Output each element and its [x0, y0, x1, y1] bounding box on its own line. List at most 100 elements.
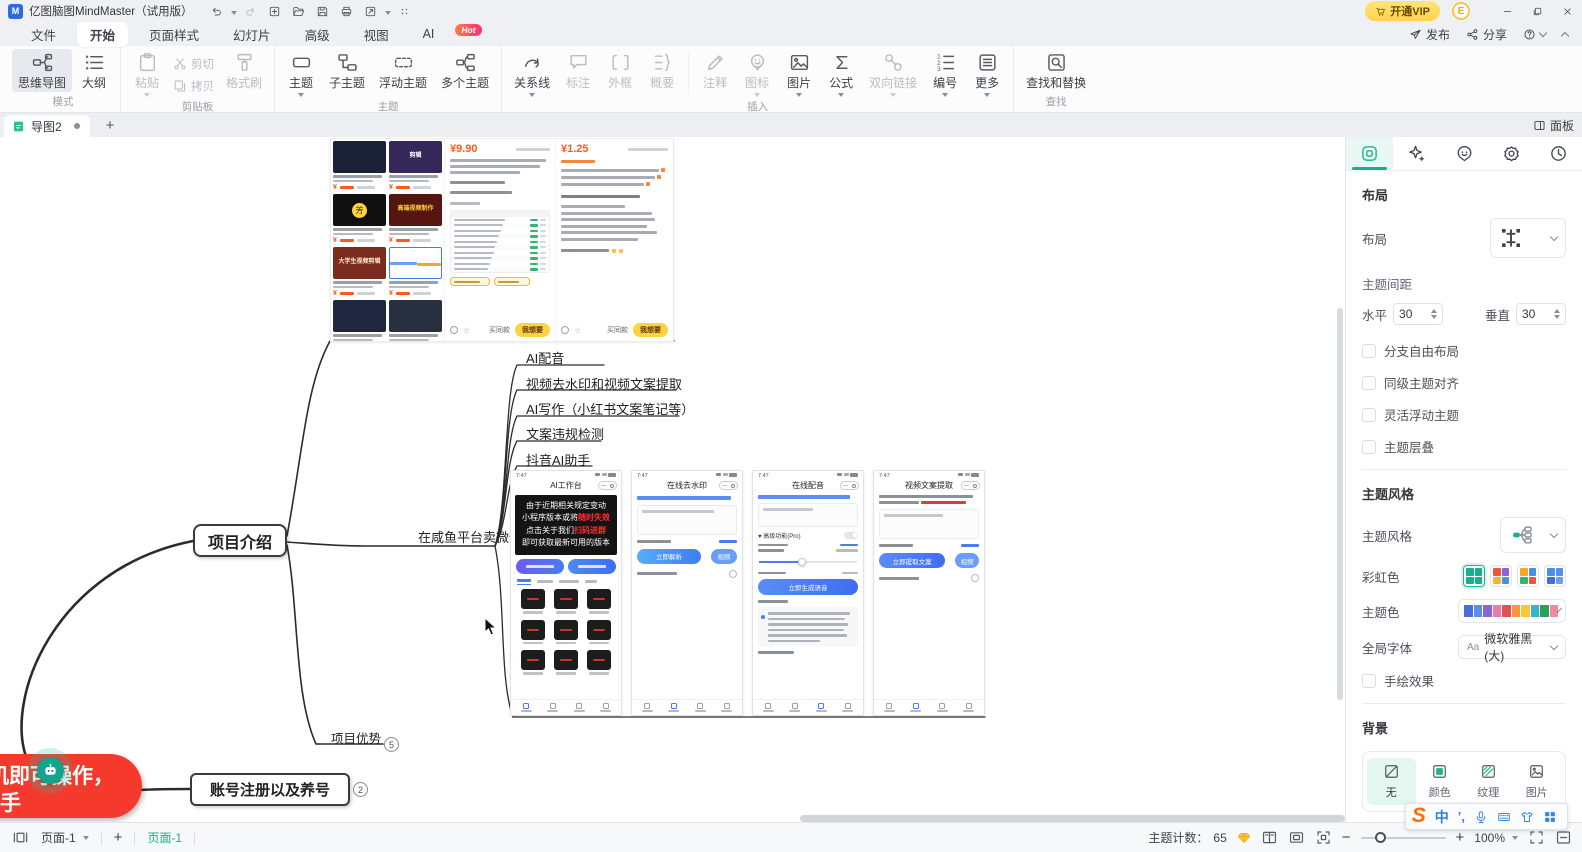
ribbon-button-注释[interactable]: 注释 [695, 49, 735, 92]
dropdown-caret[interactable] [385, 2, 391, 20]
mic-icon[interactable] [1474, 810, 1488, 824]
horizontal-scrollbar[interactable] [800, 815, 1345, 822]
dropdown-caret[interactable] [231, 2, 237, 20]
menu-tab-高级[interactable]: 高级 [292, 22, 343, 47]
ribbon-button-概要[interactable]: 概要 [642, 49, 682, 92]
menu-tab-视图[interactable]: 视图 [351, 22, 402, 47]
ribbon-button-粘贴[interactable]: 粘贴 [127, 49, 167, 98]
ribbon-button-外框[interactable]: 外框 [600, 49, 640, 92]
presentation-icon[interactable] [12, 829, 29, 846]
fullscreen-icon[interactable] [1528, 829, 1545, 846]
background-option-图片[interactable]: 图片 [1513, 758, 1562, 805]
advantage-topic[interactable]: 项目优势 [331, 728, 381, 747]
close-button[interactable] [1552, 0, 1582, 22]
subtopic-1[interactable]: AI配音 [526, 348, 564, 367]
zoom-in-button[interactable]: + [1456, 829, 1465, 846]
panel-tab-sticker[interactable] [1440, 137, 1487, 170]
listing-screenshot-image[interactable]: ¥剪辑¥芳¥高端视频制作¥大学生视频剪辑¥¥¥¥¥9.90☆买同款我想要¥1.2… [330, 138, 674, 342]
v-spacing-stepper[interactable]: 30 [1516, 303, 1566, 325]
ribbon-button-拷贝[interactable]: 拷贝 [169, 77, 218, 95]
intro-node[interactable]: 项目介绍 [193, 524, 287, 557]
vertical-scrollbar[interactable] [1337, 308, 1343, 700]
ribbon-button-剪切[interactable]: 剪切 [169, 55, 218, 73]
ime-mode-button[interactable]: 中 [1435, 807, 1449, 827]
background-option-颜色[interactable]: 颜色 [1416, 758, 1465, 805]
ribbon-button-图标[interactable]: 图标 [737, 49, 777, 98]
maximize-button[interactable] [1522, 0, 1552, 22]
ribbon-button-关系线[interactable]: 关系线 [508, 49, 556, 98]
page-tab[interactable]: 页面-1 [147, 829, 182, 846]
phone-screen-1[interactable]: 7:47AI工作台—由于近期相关规定变动小程序版本或将随时失效点击关于我们扫码进… [510, 470, 622, 716]
pages-view-icon[interactable] [1261, 829, 1278, 846]
ribbon-button-编号[interactable]: 123编号 [925, 49, 965, 98]
skin-icon[interactable] [1520, 810, 1534, 824]
ribbon-button-大纲[interactable]: 大纲 [74, 49, 114, 92]
subtopic-3[interactable]: AI写作（小红书文案笔记等） [526, 399, 694, 418]
vip-button[interactable]: 开通VIP [1365, 1, 1440, 21]
subtopic-4[interactable]: 文案违规检测 [526, 424, 604, 443]
share-button[interactable]: 分享 [1466, 26, 1507, 43]
ribbon-button-公式[interactable]: 公式 [821, 49, 861, 98]
ai-assistant-button[interactable] [37, 757, 64, 784]
panel-tab-format[interactable] [1346, 137, 1393, 170]
subtopic-2[interactable]: 视频去水印和视频文案提取 [526, 374, 682, 393]
page-selector[interactable]: 页面-1 [41, 829, 89, 846]
ribbon-button-图片[interactable]: 图片 [779, 49, 819, 98]
zoom-slider[interactable] [1361, 837, 1446, 839]
ribbon-button-更多[interactable]: 更多 [967, 49, 1007, 98]
panel-tab-history[interactable] [1535, 137, 1582, 170]
zoom-level[interactable]: 100% [1474, 831, 1518, 845]
rainbow-swatch-3[interactable] [1517, 565, 1539, 587]
keyboard-icon[interactable] [1497, 810, 1511, 824]
mindmap-canvas[interactable]: ¥剪辑¥芳¥高端视频制作¥大学生视频剪辑¥¥¥¥¥9.90☆买同款我想要¥1.2… [0, 137, 1345, 822]
expand-canvas-icon[interactable] [1315, 829, 1332, 846]
h-spacing-stepper[interactable]: 30 [1393, 303, 1443, 325]
phone-screen-3[interactable]: 7:47在线配音—♥ 高级功能(Pro)立即生成语音 [752, 470, 864, 716]
phone-screen-4[interactable]: 7:47视频文案提取—立即提取文案视频 [873, 470, 985, 716]
ribbon-button-双向链接[interactable]: 双向链接 [863, 49, 923, 98]
background-option-无[interactable]: 无 [1367, 758, 1416, 805]
ribbon-button-主题[interactable]: 主题 [281, 49, 321, 98]
rainbow-swatch-2[interactable] [1490, 565, 1512, 587]
collapse-ribbon-button[interactable] [1562, 30, 1568, 39]
phone-screen-2[interactable]: 7:47在线去水印—立即解析视频 [631, 470, 743, 716]
ribbon-button-子主题[interactable]: 子主题 [323, 49, 371, 92]
checkbox-主题层叠[interactable] [1362, 440, 1376, 454]
sogou-logo-icon[interactable]: S [1412, 804, 1426, 828]
quickaction-new-doc-icon[interactable] [265, 2, 285, 20]
zoom-out-button[interactable]: − [1342, 829, 1351, 846]
global-font-dropdown[interactable]: Aa 微软雅黑 (大) [1458, 635, 1566, 659]
quickaction-redo-icon[interactable] [241, 2, 261, 20]
theme-color-dropdown[interactable] [1458, 599, 1566, 623]
account-node[interactable]: 账号注册以及养号 [190, 773, 350, 806]
avatar[interactable]: E [1452, 2, 1470, 20]
panel-toggle-button[interactable]: 面板 [1533, 117, 1574, 134]
advantage-collapse-badge[interactable]: 5 [384, 737, 399, 752]
menu-tab-文件[interactable]: 文件 [18, 22, 69, 47]
ribbon-button-标注[interactable]: 标注 [558, 49, 598, 92]
help-button[interactable] [1523, 28, 1546, 41]
menu-tab-开始[interactable]: 开始 [77, 22, 128, 47]
menu-tab-幻灯片[interactable]: 幻灯片 [220, 22, 284, 47]
toolbox-icon[interactable] [1543, 810, 1557, 824]
fit-canvas-icon[interactable] [1288, 829, 1305, 846]
background-option-纹理[interactable]: 纹理 [1464, 758, 1513, 805]
quickaction-undo-icon[interactable] [207, 2, 227, 20]
document-tab[interactable]: 导图2 [4, 115, 90, 137]
account-collapse-badge[interactable]: 2 [353, 782, 368, 797]
quickaction-print-icon[interactable] [337, 2, 357, 20]
layout-dropdown[interactable] [1490, 218, 1566, 258]
ime-punct-button[interactable]: ’, [1458, 809, 1465, 824]
zoom-slider-knob[interactable] [1375, 832, 1386, 843]
panel-tab-ai[interactable] [1393, 137, 1440, 170]
ribbon-button-查找和替换[interactable]: 查找和替换 [1020, 49, 1092, 92]
checkbox-同级主题对齐[interactable] [1362, 376, 1376, 390]
quickaction-more-dots-icon[interactable] [395, 2, 415, 20]
menu-tab-AI[interactable]: AI [410, 24, 448, 44]
quickaction-open-folder-icon[interactable] [289, 2, 309, 20]
ribbon-button-浮动主题[interactable]: 浮动主题 [373, 49, 433, 92]
checkbox-灵活浮动主题[interactable] [1362, 408, 1376, 422]
theme-style-dropdown[interactable] [1500, 517, 1566, 553]
minimize-button[interactable] [1492, 0, 1522, 22]
panel-tab-theme[interactable] [1488, 137, 1535, 170]
